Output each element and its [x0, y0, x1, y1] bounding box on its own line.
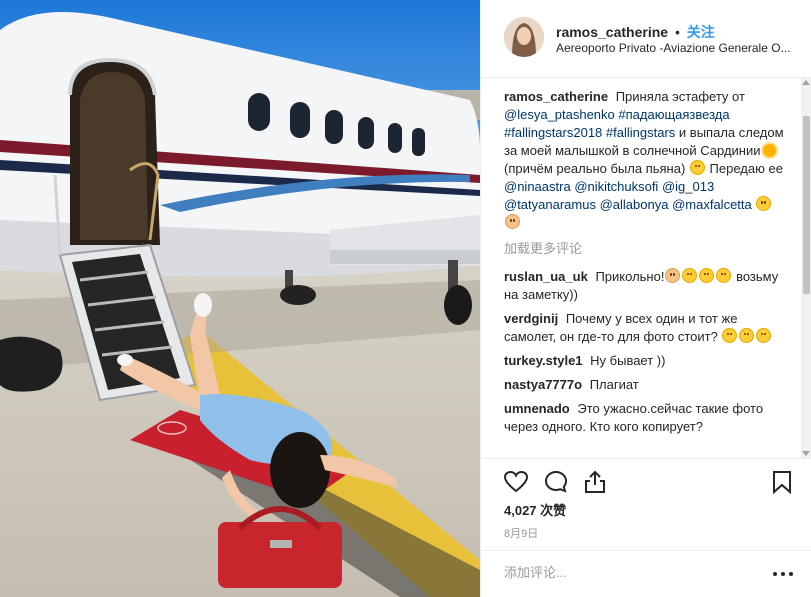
- post-date: 8月9日: [504, 528, 539, 540]
- add-comment-bar: [481, 550, 811, 597]
- mention-link[interactable]: @maxfalcetta: [672, 197, 752, 212]
- caption-username[interactable]: ramos_catherine: [504, 89, 608, 104]
- avatar-image: [504, 17, 544, 57]
- caption-text: Передаю ее: [709, 161, 783, 176]
- laughing-emoji-icon: [756, 328, 772, 343]
- comment-username[interactable]: turkey.style1: [504, 353, 583, 368]
- post-actions-bar: [481, 458, 811, 498]
- comments-scrollbar[interactable]: [801, 78, 811, 458]
- comment-item: nastya7777o Плагиат: [504, 376, 789, 394]
- comment-item: ruslan_ua_uk Прикольно! возьму на заметк…: [504, 268, 789, 304]
- comment-username[interactable]: nastya7777o: [504, 377, 582, 392]
- likes-count[interactable]: 4,027 次赞: [504, 500, 566, 519]
- header-separator: •: [674, 24, 680, 40]
- bookmark-icon[interactable]: [769, 469, 795, 495]
- comment-item: verdginij Почему у всех один и тот же са…: [504, 310, 789, 346]
- mention-link[interactable]: @ig_013: [662, 179, 714, 194]
- load-more-comments-button[interactable]: 加载更多评论: [504, 240, 789, 258]
- comment-item: umnenado Это ужасно.сейчас такие фото че…: [504, 400, 789, 436]
- mention-link[interactable]: @tatyanaramus: [504, 197, 596, 212]
- avatar[interactable]: [504, 17, 544, 57]
- follow-button[interactable]: 关注: [687, 24, 715, 40]
- laughing-emoji-icon: [699, 268, 715, 283]
- post-image: [0, 0, 480, 597]
- scroll-up-arrow-icon[interactable]: [802, 80, 810, 85]
- comment-icon[interactable]: [543, 469, 569, 495]
- comments-list[interactable]: ramos_catherine Приняла эстафету от @les…: [504, 88, 789, 458]
- laughing-emoji-icon: [689, 160, 705, 175]
- post-details-panel: ramos_catherine • 关注 Aereoporto Privato …: [480, 0, 811, 597]
- heart-icon[interactable]: [503, 469, 529, 495]
- laughing-emoji-icon: [739, 328, 755, 343]
- caption-text: Приняла эстафету от: [615, 89, 745, 104]
- comment-text: Прикольно!: [595, 269, 665, 284]
- scroll-down-arrow-icon[interactable]: [802, 451, 810, 456]
- mention-link[interactable]: @allabonya: [600, 197, 669, 212]
- comment-item: turkey.style1 Ну бывает )): [504, 352, 789, 370]
- laughing-emoji-icon: [722, 328, 738, 343]
- header-title-line: ramos_catherine • 关注: [556, 22, 715, 42]
- post-photo[interactable]: [0, 0, 480, 597]
- scrollbar-thumb[interactable]: [803, 116, 810, 294]
- comment-username[interactable]: umnenado: [504, 401, 570, 416]
- comment-text: Плагиат: [589, 377, 639, 392]
- laughing-emoji-icon: [682, 268, 698, 283]
- ellipsis-icon[interactable]: [771, 567, 795, 581]
- mention-link[interactable]: @ninaastra: [504, 179, 571, 194]
- laughing-emoji-icon: [716, 268, 732, 283]
- comment-username[interactable]: ruslan_ua_uk: [504, 269, 588, 284]
- post-caption: ramos_catherine Приняла эстафету от @les…: [504, 88, 789, 232]
- sun-emoji-icon: [762, 144, 776, 157]
- hashtag-link[interactable]: #fallingstars: [606, 125, 675, 140]
- sunglasses-emoji-icon: [756, 196, 772, 211]
- add-comment-input[interactable]: [504, 565, 754, 580]
- mention-link[interactable]: @lesya_ptashenko: [504, 107, 615, 122]
- location-link[interactable]: Aereoporto Privato -Aviazione Generale O…: [556, 41, 796, 55]
- hashtag-link[interactable]: #fallingstars2018: [504, 125, 602, 140]
- header-username[interactable]: ramos_catherine: [556, 24, 668, 40]
- post-header: ramos_catherine • 关注 Aereoporto Privato …: [481, 0, 811, 78]
- mention-link[interactable]: @nikitchuksofi: [574, 179, 658, 194]
- share-icon[interactable]: [582, 469, 608, 495]
- clapping-hands-emoji-icon: [505, 214, 520, 229]
- thumbs-up-emoji-icon: [665, 268, 681, 283]
- comment-text: Ну бывает )): [590, 353, 666, 368]
- comment-username[interactable]: verdginij: [504, 311, 558, 326]
- hashtag-link[interactable]: #падающаязвезда: [618, 107, 729, 122]
- caption-text: (причём реально была пьяна): [504, 161, 686, 176]
